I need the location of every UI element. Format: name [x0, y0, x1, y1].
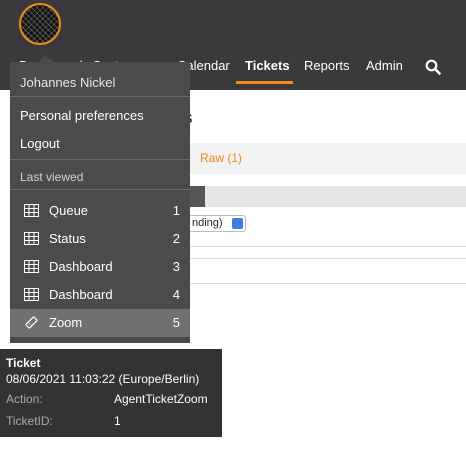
tooltip-action-key: Action: [6, 392, 43, 406]
table-icon [24, 260, 39, 273]
ticket-tooltip: Ticket 08/06/2021 11:03:22 (Europe/Berli… [0, 349, 222, 437]
menu-divider [10, 189, 190, 190]
last-viewed-index: 3 [172, 259, 180, 274]
last-viewed-label: Dashboard [49, 259, 113, 274]
nav-item-reports[interactable]: Reports [304, 58, 350, 73]
menu-divider [10, 159, 190, 160]
last-viewed-item-zoom[interactable]: Zoom 5 [10, 309, 190, 337]
last-viewed-label: Status [49, 231, 86, 246]
dropdown-pointer [38, 55, 52, 62]
last-viewed-item-queue[interactable]: Queue 1 [10, 197, 190, 225]
table-icon [24, 204, 39, 217]
tooltip-ticketid-value: 1 [114, 414, 121, 428]
nav-item-admin[interactable]: Admin [366, 58, 403, 73]
last-viewed-label: Zoom [49, 315, 83, 330]
last-viewed-index: 5 [172, 315, 180, 330]
last-viewed-heading: Last viewed [20, 170, 84, 184]
select-arrow-icon [232, 218, 243, 229]
last-viewed-item-dashboard[interactable]: Dashboard 4 [10, 281, 190, 309]
last-viewed-label: Dashboard [49, 287, 113, 302]
last-viewed-label: Queue [49, 203, 89, 218]
personal-preferences-link[interactable]: Personal preferences [20, 108, 144, 123]
table-header-bar [205, 186, 466, 207]
user-avatar[interactable] [19, 3, 61, 45]
raw-view-link[interactable]: Raw (1) [200, 151, 242, 165]
last-viewed-index: 1 [172, 203, 180, 218]
tooltip-title: Ticket [6, 356, 41, 370]
last-viewed-index: 4 [172, 287, 180, 302]
user-name: Johannes Nickel [20, 75, 116, 90]
nav-item-tickets[interactable]: Tickets [245, 58, 290, 73]
table-icon [24, 232, 39, 245]
filter-select[interactable]: nding) [188, 215, 246, 232]
tooltip-action-value: AgentTicketZoom [114, 392, 208, 406]
active-tab-indicator [236, 81, 293, 84]
last-viewed-item-dashboard[interactable]: Dashboard 3 [10, 253, 190, 281]
table-icon [24, 288, 39, 301]
last-viewed-item-status[interactable]: Status 2 [10, 225, 190, 253]
tooltip-ticketid-key: TicketID: [6, 414, 53, 428]
search-icon[interactable] [425, 59, 441, 75]
last-viewed-index: 2 [172, 231, 180, 246]
filter-select-value: nding) [192, 217, 223, 229]
logout-link[interactable]: Logout [20, 136, 60, 151]
menu-divider [10, 96, 190, 97]
user-dropdown-menu: Johannes Nickel Personal preferences Log… [10, 62, 190, 343]
tooltip-datetime: 08/06/2021 11:03:22 (Europe/Berlin) [6, 372, 200, 386]
ticket-icon [25, 316, 38, 329]
